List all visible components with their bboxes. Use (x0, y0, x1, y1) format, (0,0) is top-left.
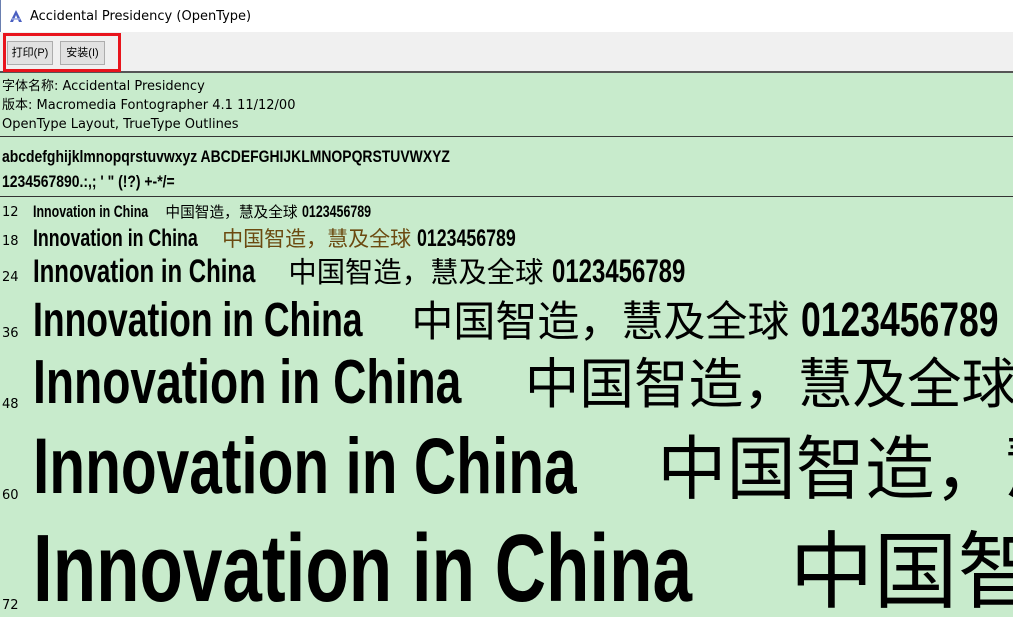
sample-size: 18 (2, 233, 19, 249)
window-title: Accidental Presidency (OpenType) (30, 8, 252, 24)
sample-text: Innovation in China中国智造，慧及全球0123456789 (33, 413, 1013, 505)
sample-digits: 0123456789 (801, 294, 999, 344)
sample-text: Innovation in China 中国智造，慧及全球0123456789 (33, 250, 732, 287)
sample-cjk: 中国智造，慧及全球 (789, 523, 1013, 616)
font-version: 版本: Macromedia Fontographer 4.1 11/12/00 (2, 98, 296, 113)
sample-cjk: 中国智造，慧及全球 (524, 352, 1013, 414)
sample-latin: Innovation in China (33, 348, 462, 414)
sample-cjk: 中国智造，慧及全球 (222, 227, 412, 251)
divider (0, 196, 1013, 197)
divider (0, 136, 1013, 137)
sample-size: 48 (2, 396, 19, 412)
sample-size: 12 (2, 204, 19, 220)
sample-latin: Innovation in China (33, 294, 363, 344)
sample-text: Innovation in China 中国智造，慧及全球0123456789 (33, 201, 395, 222)
sample-size: 36 (2, 326, 19, 342)
sample-digits: 0123456789 (417, 225, 516, 251)
sample-latin: Innovation in China (33, 202, 149, 221)
sample-cjk: 中国智造，慧及全球 (411, 297, 790, 344)
sample-text: Innovation in China中国智造，慧及全球0123456789 (33, 505, 1013, 615)
sample-latin: Innovation in China (33, 225, 198, 251)
sample-latin: Innovation in China (33, 515, 693, 616)
font-viewer-icon (10, 10, 22, 22)
sample-text: Innovation in China 中国智造，慧及全球0123456789 (33, 288, 1013, 343)
sample-size: 60 (2, 488, 19, 503)
sample-row: 36 Innovation in China 中国智造，慧及全球 0123456789 (0, 288, 1013, 343)
charset-preview: abcdefghijklmnopqrstuvwxyz ABCDEFGHIJKLM… (2, 144, 450, 194)
charset-digits: 1234567890.:,; ' " (!?) +-*/= (2, 172, 175, 191)
sample-cjk: 中国智造，慧及全球 (657, 430, 1013, 505)
sample-cjk: 中国智造，慧及全球 (288, 256, 544, 287)
sample-row: 72Innovation in China中国智造，慧及全球0123456789 (0, 505, 1013, 615)
sample-row: 18 Innovation in China 中国智造，慧及全球 0123456789 (0, 223, 1013, 251)
install-button[interactable]: 安装(I) (60, 41, 105, 65)
sample-row: 60Innovation in China中国智造，慧及全球0123456789 (0, 413, 1013, 505)
sample-text: Innovation in China 中国智造，慧及全球0123456789 (33, 223, 551, 251)
sample-row: 12 Innovation in China 中国智造，慧及全球 0123456789 (0, 201, 1013, 222)
sample-row: 48Innovation in China中国智造，慧及全球0123456789 (0, 340, 1013, 414)
sample-text: Innovation in China中国智造，慧及全球0123456789 (33, 340, 1013, 414)
print-button[interactable]: 打印(P) (7, 41, 53, 65)
title-bar: Accidental Presidency (OpenType) (0, 0, 1013, 32)
font-info: 字体名称: Accidental Presidency 版本: Macromed… (2, 77, 295, 134)
font-name: 字体名称: Accidental Presidency (2, 79, 205, 94)
sample-row: 24 Innovation in China 中国智造，慧及全球 0123456789 (0, 250, 1013, 287)
charset-letters: abcdefghijklmnopqrstuvwxyz ABCDEFGHIJKLM… (2, 147, 450, 166)
font-type: OpenType Layout, TrueType Outlines (2, 117, 239, 132)
sample-size: 72 (2, 598, 19, 614)
toolbar: 打印(P) 安装(I) (0, 32, 1013, 73)
sample-digits: 0123456789 (551, 253, 685, 287)
sample-size: 24 (2, 269, 19, 285)
sample-cjk: 中国智造，慧及全球 (165, 204, 298, 221)
sample-digits: 0123456789 (301, 202, 371, 221)
sample-latin: Innovation in China (33, 421, 577, 505)
sample-latin: Innovation in China (33, 253, 256, 287)
